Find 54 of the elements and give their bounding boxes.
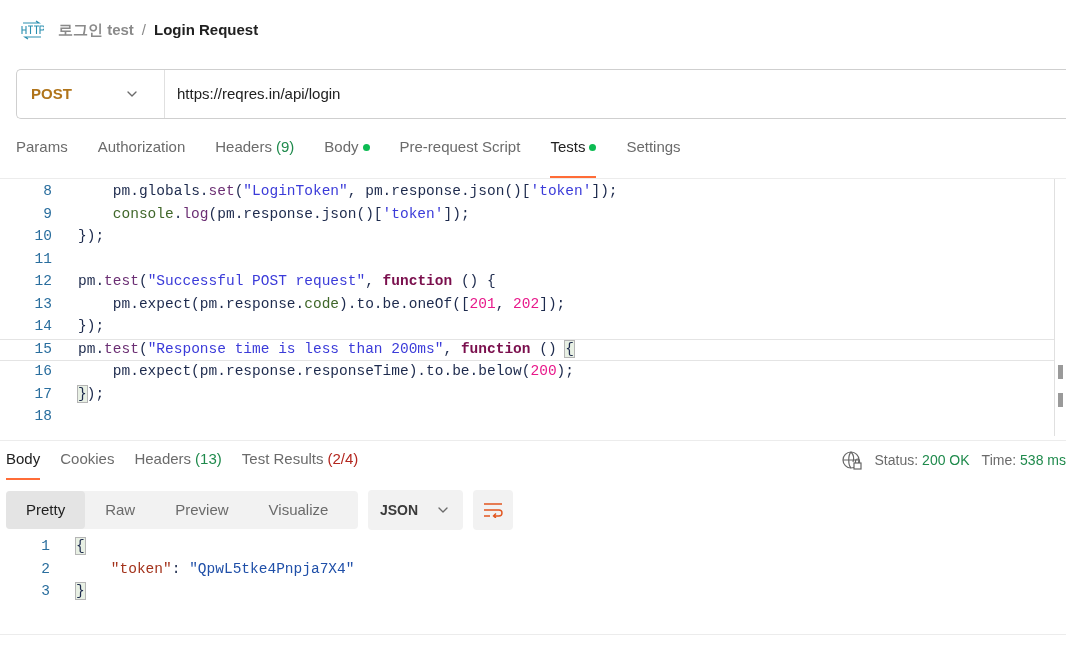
view-mode-tab[interactable]: Raw [85, 491, 156, 529]
code-line: pm.globals.set("LoginToken", pm.response.json()['token']); [111, 182, 618, 202]
code-line: "token": "QpwL5tke4Pnpja7X4" [109, 559, 355, 579]
time-label: Time: [981, 451, 1017, 470]
tab[interactable]: Body [6, 441, 41, 480]
tab[interactable]: Test Results (2/4) [241, 441, 359, 480]
http-icon [20, 20, 44, 40]
collection-name[interactable]: 로그인 test [58, 18, 134, 42]
code-line: pm.test("Successful POST request", function () { [78, 272, 496, 292]
wrap-icon [483, 502, 503, 518]
status-label: Status: [874, 451, 919, 470]
wrap-lines-button[interactable] [473, 490, 513, 530]
code-line: console.log(pm.response.json()['token']); [111, 204, 470, 224]
line-number: 12 [33, 272, 52, 292]
line-number: 10 [33, 227, 52, 247]
tab[interactable]: Tests [550, 119, 597, 178]
tab[interactable]: Authorization [97, 119, 186, 178]
code-line: }); [78, 317, 105, 337]
code-line: pm.expect(pm.response.responseTime).to.be.below(200); [111, 362, 574, 382]
line-number: 16 [33, 362, 52, 382]
line-number: 15 [33, 339, 52, 359]
view-mode-tab[interactable]: Visualize [248, 491, 349, 529]
code-line: }); [78, 384, 105, 404]
code-line: pm.expect(pm.response.code).to.be.oneOf([201, 202]); [111, 294, 566, 314]
scrollbar[interactable] [1054, 179, 1066, 436]
tab[interactable]: Headers (9) [215, 119, 295, 178]
method-dropdown[interactable]: POST [17, 70, 165, 118]
format-dropdown[interactable]: JSON [368, 490, 463, 530]
tab[interactable]: Body [324, 119, 370, 178]
request-name: Login Request [154, 19, 259, 40]
time-value: 538 ms [1020, 451, 1066, 470]
line-number: 8 [42, 182, 52, 202]
line-number: 13 [33, 294, 52, 314]
line-number: 9 [42, 204, 52, 224]
line-number: 3 [40, 582, 50, 602]
line-number: 18 [33, 407, 52, 427]
tab[interactable]: Pre-request Script [399, 119, 521, 178]
code-line: }); [78, 227, 105, 247]
breadcrumb-separator: / [141, 19, 146, 40]
line-number: 14 [33, 317, 52, 337]
tab[interactable]: Params [16, 119, 68, 178]
globe-lock-icon [841, 450, 863, 471]
line-number: 1 [40, 537, 50, 557]
view-mode-tab[interactable]: Preview [155, 491, 249, 529]
line-number: 2 [40, 559, 50, 579]
code-line: pm.test("Response time is less than 200ms", function () { [78, 339, 575, 359]
tab[interactable]: Headers (13) [134, 441, 222, 480]
line-number: 17 [33, 384, 52, 404]
url-bar[interactable]: POST https://reqres.in/api/login [16, 69, 1066, 119]
tab[interactable]: Settings [626, 119, 681, 178]
status-value: 200 OK [922, 451, 970, 470]
line-number: 11 [33, 249, 52, 269]
tab[interactable]: Cookies [60, 441, 115, 480]
view-mode-tab[interactable]: Pretty [6, 491, 86, 529]
